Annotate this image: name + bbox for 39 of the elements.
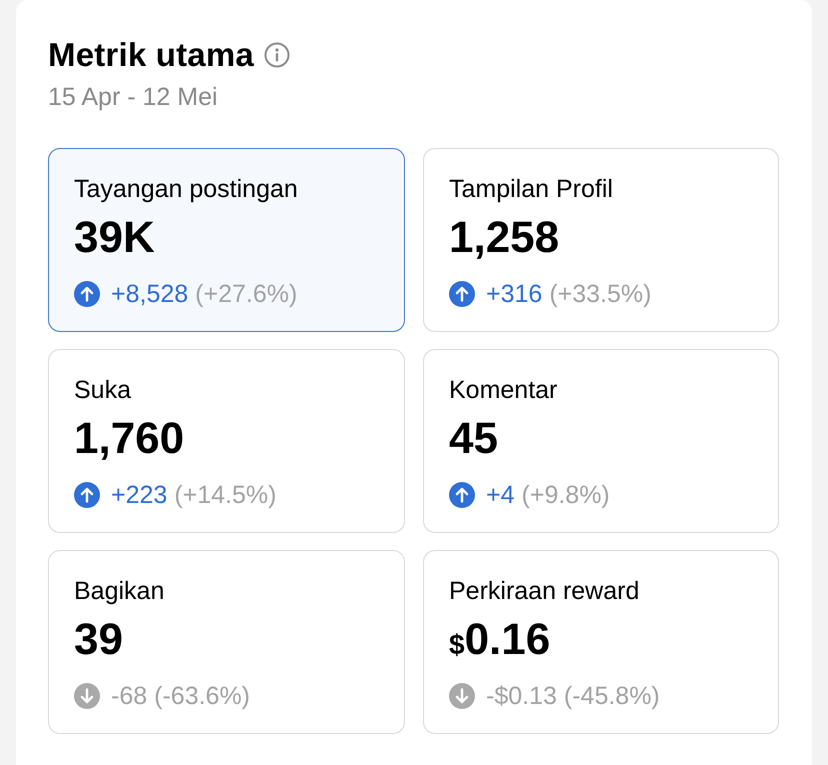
change-amount: +223 [111, 480, 168, 510]
metric-card[interactable]: Komentar 45 +4 (+9.8%) [423, 349, 779, 533]
metric-label: Tayangan postingan [74, 174, 298, 204]
metric-card[interactable]: Tayangan postingan 39K +8,528 (+27.6%) [48, 148, 405, 332]
metric-value: 1,760 [74, 414, 184, 464]
change-amount: +4 [486, 480, 515, 510]
change-amount: -$0.13 [486, 681, 557, 711]
metric-label: Bagikan [74, 576, 164, 606]
arrow-down-icon [74, 683, 100, 709]
metric-value: 39 [74, 615, 123, 665]
arrow-down-icon [449, 683, 475, 709]
section-title: Metrik utama [48, 35, 254, 75]
metric-value: 1,258 [449, 213, 560, 263]
metric-label: Suka [74, 375, 131, 405]
change-percent: (+27.6%) [195, 279, 298, 309]
metric-label: Komentar [449, 375, 558, 405]
metric-value: $0.16 [449, 615, 550, 665]
metric-card[interactable]: Bagikan 39 -68 (-63.6%) [48, 550, 405, 734]
change-percent: (-45.8%) [564, 681, 660, 711]
arrow-up-icon [74, 281, 100, 307]
change-percent: (+9.8%) [522, 480, 610, 510]
metric-value: 45 [449, 414, 498, 464]
change-amount: +316 [486, 279, 542, 309]
arrow-up-icon [449, 482, 475, 508]
metric-card[interactable]: Tampilan Profil 1,258 +316 (+33.5%) [423, 148, 779, 332]
change-amount: +8,528 [111, 279, 188, 309]
info-icon[interactable] [264, 42, 290, 68]
date-range: 15 Apr - 12 Mei [48, 82, 218, 112]
change-percent: (-63.6%) [154, 681, 250, 711]
metric-card[interactable]: Perkiraan reward $0.16 -$0.13 (-45.8%) [423, 550, 779, 734]
metric-label: Tampilan Profil [449, 174, 613, 204]
metric-label: Perkiraan reward [449, 576, 640, 606]
metric-value: 39K [74, 213, 155, 263]
change-percent: (+14.5%) [174, 480, 276, 510]
change-percent: (+33.5%) [549, 279, 652, 309]
arrow-up-icon [449, 281, 475, 307]
change-amount: -68 [111, 681, 148, 711]
arrow-up-icon [74, 482, 100, 508]
metric-card[interactable]: Suka 1,760 +223 (+14.5%) [48, 349, 405, 533]
